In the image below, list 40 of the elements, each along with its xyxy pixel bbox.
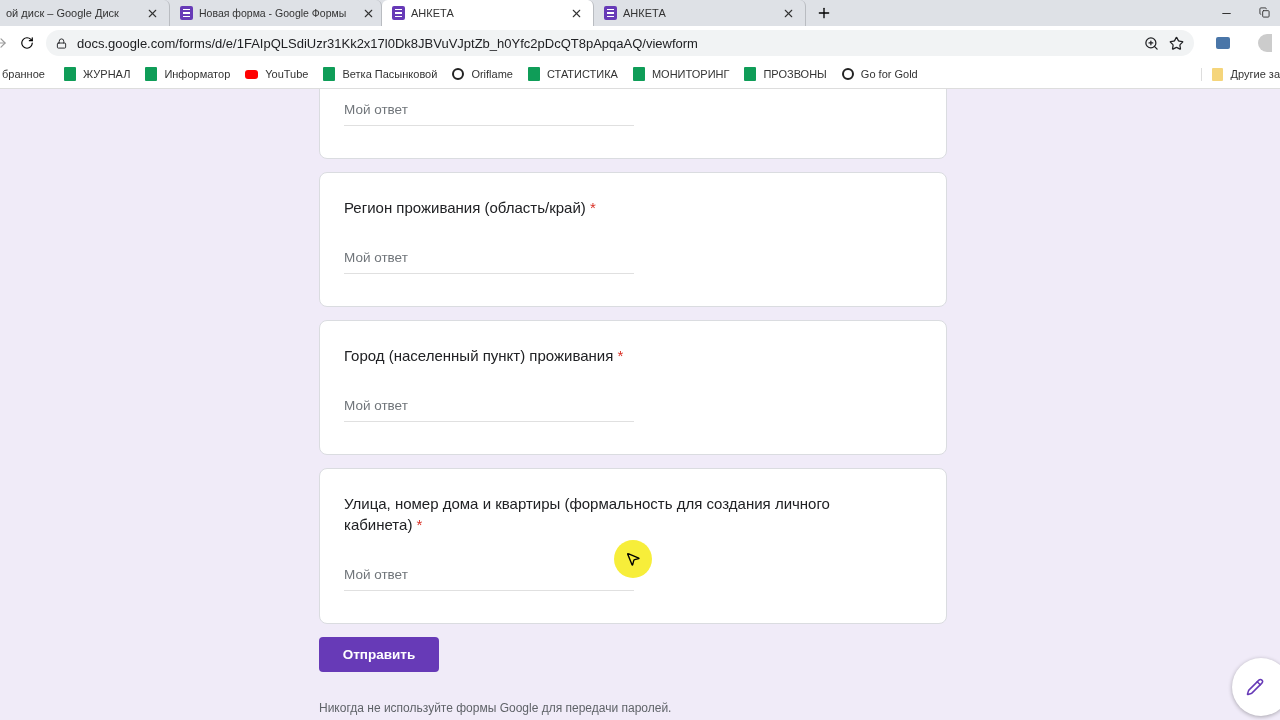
spreadsheet-icon [632,67,645,81]
question-title: Регион проживания (область/край) * [344,198,597,218]
bookmark[interactable]: Ветка Пасынковой [323,67,438,81]
spreadsheet-icon [323,67,336,81]
star-icon[interactable] [1169,35,1184,51]
question-title: Улица, номер дома и квартиры (формальность для создания личного кабинета) * [344,494,831,535]
ring-icon [841,68,854,80]
bookmark[interactable]: YouTube [245,68,309,80]
forms-icon [392,6,405,20]
spreadsheet-icon [63,67,76,81]
cursor-icon [625,551,641,567]
new-tab-icon[interactable] [816,5,832,21]
bookmark-folder[interactable]: Другие за [1200,67,1280,81]
folder-icon [1211,67,1223,81]
spreadsheet-icon [145,67,158,81]
browser-tab[interactable]: АНКЕТА [382,0,594,26]
bookmark[interactable]: Информатор [145,67,231,81]
bookmark[interactable]: СТАТИСТИКА [527,67,618,81]
reload-icon[interactable] [20,36,34,50]
play-icon [245,69,259,79]
forms-icon [180,6,193,20]
question-title: Город (населенный пункт) проживания * [344,346,625,366]
submit-button[interactable]: Отправить [319,637,439,672]
bookmark[interactable]: ПРОЗВОНЫ [744,67,827,81]
spreadsheet-icon [744,67,757,81]
ring-icon [452,68,465,80]
bookmark[interactable]: Oriflame [452,68,513,80]
zoom-icon[interactable] [1144,35,1159,51]
footer-note: Никогда не используйте формы Google для передачи паролей. [319,701,672,715]
address-bar[interactable]: docs.google.com/forms/d/e/1FAIpQLSdiUzr31Kk2x17l0Dk8JBVuVJptZb_h0Yfc2pDcQT8pApqaAQ/viewform [46,30,1194,56]
lock-icon [56,37,67,49]
spreadsheet-icon [527,67,540,81]
restore-icon[interactable] [1259,6,1270,18]
pencil-icon [1246,678,1264,696]
bookmark[interactable]: МОНИТОРИНГ [632,67,730,81]
edit-button[interactable] [1232,658,1280,716]
bookmark[interactable]: бранное [2,68,45,80]
bookmark[interactable]: ЖУРНАЛ [63,67,131,81]
forms-icon [604,6,617,20]
bookmark[interactable]: Go for Gold [841,68,918,80]
